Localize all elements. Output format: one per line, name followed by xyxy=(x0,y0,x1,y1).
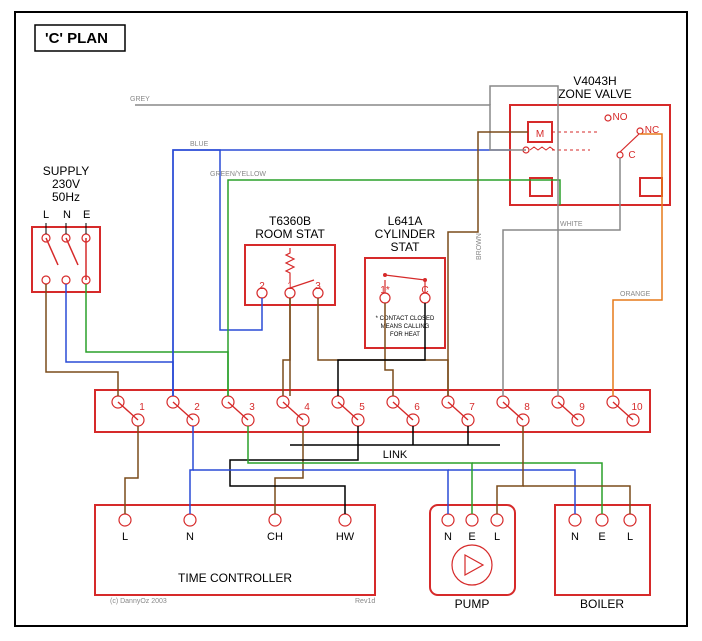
pump-label: PUMP xyxy=(455,597,490,611)
svg-text:5: 5 xyxy=(359,402,365,413)
svg-text:2: 2 xyxy=(259,281,265,292)
supply-term-l: L xyxy=(43,209,49,221)
svg-text:2: 2 xyxy=(194,402,200,413)
svg-text:GREY: GREY xyxy=(130,96,150,103)
terminal-strip xyxy=(95,390,650,432)
svg-text:7: 7 xyxy=(469,402,475,413)
svg-text:GREEN/YELLOW: GREEN/YELLOW xyxy=(210,171,266,178)
svg-text:N: N xyxy=(444,531,452,543)
supply-term-n: N xyxy=(63,209,71,221)
revision-text: Rev1d xyxy=(355,598,375,605)
cyl-stat-label: CYLINDER xyxy=(375,227,436,241)
time-controller-label: TIME CONTROLLER xyxy=(178,571,292,585)
wire-supply-l-t1 xyxy=(46,284,118,396)
svg-text:E: E xyxy=(598,531,605,543)
svg-text:C: C xyxy=(628,150,635,161)
svg-text:N: N xyxy=(186,531,194,543)
boiler-block: N E L BOILER xyxy=(555,505,650,611)
svg-text:BROWN: BROWN xyxy=(476,233,483,260)
link-label: LINK xyxy=(383,449,408,461)
svg-text:E: E xyxy=(468,531,475,543)
cyl-stat-model: L641A xyxy=(388,214,423,228)
room-stat-label: ROOM STAT xyxy=(255,227,325,241)
time-controller-block: L N CH HW TIME CONTROLLER xyxy=(95,505,375,595)
wire-supply-n-t2 xyxy=(66,284,173,396)
svg-text:HW: HW xyxy=(336,531,355,543)
svg-text:1: 1 xyxy=(287,281,293,292)
supply-term-e: E xyxy=(83,209,90,221)
zone-valve-label: ZONE VALVE xyxy=(558,87,632,101)
svg-text:L: L xyxy=(122,531,128,543)
supply-voltage: 230V xyxy=(52,177,80,191)
zone-valve-model: V4043H xyxy=(573,74,616,88)
wire-supply-e-t3 xyxy=(86,284,228,396)
svg-text:WHITE: WHITE xyxy=(560,221,583,228)
svg-text:M: M xyxy=(536,129,544,140)
svg-text:9: 9 xyxy=(579,402,585,413)
svg-text:NO: NO xyxy=(613,112,628,123)
zone-valve-block: V4043H ZONE VALVE M NO NC C xyxy=(510,74,670,205)
room-stat-model: T6360B xyxy=(269,214,311,228)
svg-text:L: L xyxy=(627,531,633,543)
diagram-title: 'C' PLAN xyxy=(45,30,108,47)
svg-text:6: 6 xyxy=(414,402,420,413)
svg-text:BLUE: BLUE xyxy=(190,141,209,148)
svg-text:N: N xyxy=(571,531,579,543)
copyright-text: (c) DannyOz 2003 xyxy=(110,598,167,605)
supply-hz: 50Hz xyxy=(52,190,80,204)
room-stat-block: T6360B ROOM STAT 2 1 3 xyxy=(245,214,335,305)
supply-block: SUPPLY 230V 50Hz L N E xyxy=(32,164,100,292)
svg-text:L: L xyxy=(494,531,500,543)
svg-text:8: 8 xyxy=(524,402,530,413)
svg-text:3: 3 xyxy=(249,402,255,413)
svg-text:3: 3 xyxy=(315,281,321,292)
svg-text:CH: CH xyxy=(267,531,283,543)
svg-text:1: 1 xyxy=(139,402,145,413)
wiring-diagram: 'C' PLAN SUPPLY 230V 50Hz L N E T6360B R… xyxy=(0,0,702,641)
svg-text:MEANS CALLING: MEANS CALLING xyxy=(381,324,430,330)
boiler-label: BOILER xyxy=(580,597,624,611)
pump-block: N E L PUMP xyxy=(430,505,515,611)
svg-text:FOR HEAT: FOR HEAT xyxy=(390,332,420,338)
svg-text:4: 4 xyxy=(304,402,310,413)
svg-text:ORANGE: ORANGE xyxy=(620,291,651,298)
supply-label: SUPPLY xyxy=(43,164,89,178)
cylinder-stat-block: L641A CYLINDER STAT 1* C * CONTACT CLOSE… xyxy=(365,214,445,348)
pump-icon xyxy=(452,545,492,585)
cyl-stat-label2: STAT xyxy=(391,240,421,254)
svg-text:10: 10 xyxy=(631,402,643,413)
